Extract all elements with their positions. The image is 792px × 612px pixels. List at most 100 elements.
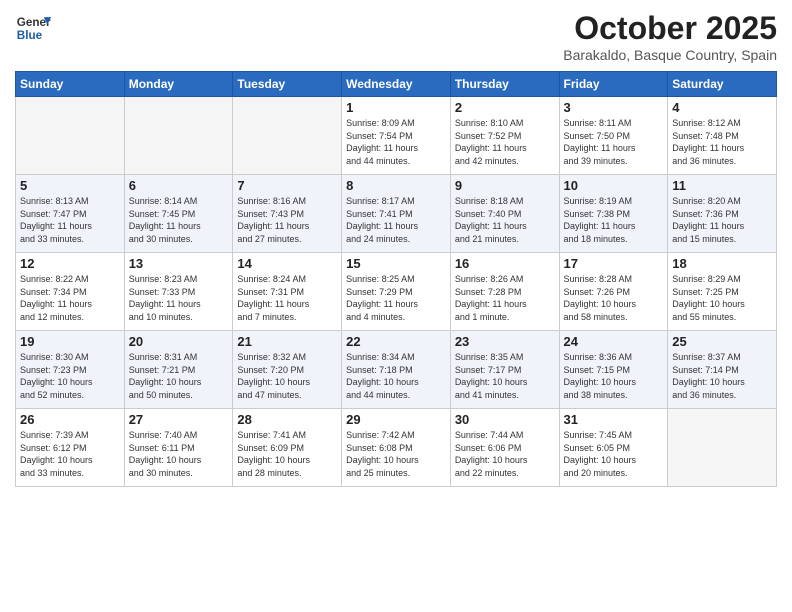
day-number: 21 xyxy=(237,334,337,349)
day-number: 30 xyxy=(455,412,555,427)
weekday-header-sunday: Sunday xyxy=(16,72,125,97)
day-info: Sunrise: 8:20 AM Sunset: 7:36 PM Dayligh… xyxy=(672,195,772,245)
calendar-cell: 25 Sunrise: 8:37 AM Sunset: 7:14 PM Dayli… xyxy=(668,331,777,409)
day-number: 31 xyxy=(564,412,664,427)
day-info: Sunrise: 8:16 AM Sunset: 7:43 PM Dayligh… xyxy=(237,195,337,245)
day-number: 16 xyxy=(455,256,555,271)
calendar-cell: 10 Sunrise: 8:19 AM Sunset: 7:38 PM Dayli… xyxy=(559,175,668,253)
calendar-cell: 3 Sunrise: 8:11 AM Sunset: 7:50 PM Daylig… xyxy=(559,97,668,175)
calendar-week-2: 5Sunrise: 8:13 AM Sunset: 7:47 PM Daylig… xyxy=(16,175,777,253)
calendar-cell: 15 Sunrise: 8:25 AM Sunset: 7:29 PM Dayli… xyxy=(342,253,451,331)
day-number: 22 xyxy=(346,334,446,349)
day-number: 11 xyxy=(672,178,772,193)
calendar-week-1: 1 Sunrise: 8:09 AM Sunset: 7:54 PM Daylig… xyxy=(16,97,777,175)
calendar-cell: 30 Sunrise: 7:44 AM Sunset: 6:06 PM Dayli… xyxy=(450,409,559,487)
day-info: Sunrise: 7:44 AM Sunset: 6:06 PM Dayligh… xyxy=(455,429,555,479)
day-number: 1 xyxy=(346,100,446,115)
day-number: 18 xyxy=(672,256,772,271)
calendar-cell: 6 Sunrise: 8:14 AM Sunset: 7:45 PM Daylig… xyxy=(124,175,233,253)
day-info: Sunrise: 8:30 AM Sunset: 7:23 PM Dayligh… xyxy=(20,351,120,401)
calendar-cell: 28 Sunrise: 7:41 AM Sunset: 6:09 PM Dayli… xyxy=(233,409,342,487)
weekday-header-saturday: Saturday xyxy=(668,72,777,97)
day-info: Sunrise: 8:24 AM Sunset: 7:31 PM Dayligh… xyxy=(237,273,337,323)
day-number: 8 xyxy=(346,178,446,193)
calendar-table: SundayMondayTuesdayWednesdayThursdayFrid… xyxy=(15,71,777,487)
calendar-cell: 12 Sunrise: 8:22 AM Sunset: 7:34 PM Dayli… xyxy=(16,253,125,331)
calendar-cell: 18 Sunrise: 8:29 AM Sunset: 7:25 PM Dayli… xyxy=(668,253,777,331)
day-info: Sunrise: 8:10 AM Sunset: 7:52 PM Dayligh… xyxy=(455,117,555,167)
weekday-header-tuesday: Tuesday xyxy=(233,72,342,97)
logo: General Blue xyxy=(15,10,51,46)
calendar-week-4: 19 Sunrise: 8:30 AM Sunset: 7:23 PM Dayli… xyxy=(16,331,777,409)
day-number: 9 xyxy=(455,178,555,193)
calendar-cell: 21 Sunrise: 8:32 AM Sunset: 7:20 PM Dayli… xyxy=(233,331,342,409)
day-info: Sunrise: 7:41 AM Sunset: 6:09 PM Dayligh… xyxy=(237,429,337,479)
calendar-week-5: 26 Sunrise: 7:39 AM Sunset: 6:12 PM Dayli… xyxy=(16,409,777,487)
calendar-cell: 13Sunrise: 8:23 AM Sunset: 7:33 PM Dayli… xyxy=(124,253,233,331)
day-number: 7 xyxy=(237,178,337,193)
page-container: General Blue October 2025 Barakaldo, Bas… xyxy=(0,0,792,497)
day-number: 26 xyxy=(20,412,120,427)
day-info: Sunrise: 8:23 AM Sunset: 7:33 PM Dayligh… xyxy=(129,273,229,323)
day-number: 6 xyxy=(129,178,229,193)
day-info: Sunrise: 8:11 AM Sunset: 7:50 PM Dayligh… xyxy=(564,117,664,167)
day-info: Sunrise: 8:22 AM Sunset: 7:34 PM Dayligh… xyxy=(20,273,120,323)
day-info: Sunrise: 8:18 AM Sunset: 7:40 PM Dayligh… xyxy=(455,195,555,245)
calendar-body: 1 Sunrise: 8:09 AM Sunset: 7:54 PM Daylig… xyxy=(16,97,777,487)
day-number: 27 xyxy=(129,412,229,427)
day-info: Sunrise: 8:25 AM Sunset: 7:29 PM Dayligh… xyxy=(346,273,446,323)
day-info: Sunrise: 8:34 AM Sunset: 7:18 PM Dayligh… xyxy=(346,351,446,401)
calendar-cell: 8 Sunrise: 8:17 AM Sunset: 7:41 PM Daylig… xyxy=(342,175,451,253)
weekday-header-row: SundayMondayTuesdayWednesdayThursdayFrid… xyxy=(16,72,777,97)
day-info: Sunrise: 7:39 AM Sunset: 6:12 PM Dayligh… xyxy=(20,429,120,479)
day-number: 5 xyxy=(20,178,120,193)
day-number: 24 xyxy=(564,334,664,349)
day-info: Sunrise: 8:19 AM Sunset: 7:38 PM Dayligh… xyxy=(564,195,664,245)
calendar-cell: 2 Sunrise: 8:10 AM Sunset: 7:52 PM Daylig… xyxy=(450,97,559,175)
day-info: Sunrise: 8:35 AM Sunset: 7:17 PM Dayligh… xyxy=(455,351,555,401)
location-subtitle: Barakaldo, Basque Country, Spain xyxy=(563,47,777,63)
day-number: 10 xyxy=(564,178,664,193)
day-number: 17 xyxy=(564,256,664,271)
day-number: 19 xyxy=(20,334,120,349)
calendar-cell: 9 Sunrise: 8:18 AM Sunset: 7:40 PM Daylig… xyxy=(450,175,559,253)
logo-icon: General Blue xyxy=(15,10,51,46)
calendar-cell: 4 Sunrise: 8:12 AM Sunset: 7:48 PM Daylig… xyxy=(668,97,777,175)
calendar-cell: 17 Sunrise: 8:28 AM Sunset: 7:26 PM Dayli… xyxy=(559,253,668,331)
day-number: 12 xyxy=(20,256,120,271)
calendar-cell: 1 Sunrise: 8:09 AM Sunset: 7:54 PM Daylig… xyxy=(342,97,451,175)
day-number: 25 xyxy=(672,334,772,349)
day-info: Sunrise: 8:12 AM Sunset: 7:48 PM Dayligh… xyxy=(672,117,772,167)
day-info: Sunrise: 8:29 AM Sunset: 7:25 PM Dayligh… xyxy=(672,273,772,323)
day-number: 3 xyxy=(564,100,664,115)
day-number: 20 xyxy=(129,334,229,349)
weekday-header-thursday: Thursday xyxy=(450,72,559,97)
day-number: 15 xyxy=(346,256,446,271)
day-info: Sunrise: 8:14 AM Sunset: 7:45 PM Dayligh… xyxy=(129,195,229,245)
day-number: 14 xyxy=(237,256,337,271)
day-info: Sunrise: 7:42 AM Sunset: 6:08 PM Dayligh… xyxy=(346,429,446,479)
calendar-cell: 27Sunrise: 7:40 AM Sunset: 6:11 PM Dayli… xyxy=(124,409,233,487)
weekday-header-wednesday: Wednesday xyxy=(342,72,451,97)
day-number: 23 xyxy=(455,334,555,349)
day-info: Sunrise: 8:32 AM Sunset: 7:20 PM Dayligh… xyxy=(237,351,337,401)
calendar-cell: 11 Sunrise: 8:20 AM Sunset: 7:36 PM Dayli… xyxy=(668,175,777,253)
header: General Blue October 2025 Barakaldo, Bas… xyxy=(15,10,777,63)
day-info: Sunrise: 8:17 AM Sunset: 7:41 PM Dayligh… xyxy=(346,195,446,245)
day-number: 4 xyxy=(672,100,772,115)
day-info: Sunrise: 8:09 AM Sunset: 7:54 PM Dayligh… xyxy=(346,117,446,167)
day-info: Sunrise: 8:26 AM Sunset: 7:28 PM Dayligh… xyxy=(455,273,555,323)
day-info: Sunrise: 8:31 AM Sunset: 7:21 PM Dayligh… xyxy=(129,351,229,401)
weekday-header-friday: Friday xyxy=(559,72,668,97)
calendar-cell: 16 Sunrise: 8:26 AM Sunset: 7:28 PM Dayli… xyxy=(450,253,559,331)
calendar-cell: 22 Sunrise: 8:34 AM Sunset: 7:18 PM Dayli… xyxy=(342,331,451,409)
svg-text:Blue: Blue xyxy=(17,29,43,42)
day-info: Sunrise: 8:37 AM Sunset: 7:14 PM Dayligh… xyxy=(672,351,772,401)
calendar-week-3: 12 Sunrise: 8:22 AM Sunset: 7:34 PM Dayli… xyxy=(16,253,777,331)
calendar-cell: 23 Sunrise: 8:35 AM Sunset: 7:17 PM Dayli… xyxy=(450,331,559,409)
day-info: Sunrise: 8:28 AM Sunset: 7:26 PM Dayligh… xyxy=(564,273,664,323)
day-number: 28 xyxy=(237,412,337,427)
calendar-cell: 19 Sunrise: 8:30 AM Sunset: 7:23 PM Dayli… xyxy=(16,331,125,409)
day-number: 2 xyxy=(455,100,555,115)
weekday-header-monday: Monday xyxy=(124,72,233,97)
